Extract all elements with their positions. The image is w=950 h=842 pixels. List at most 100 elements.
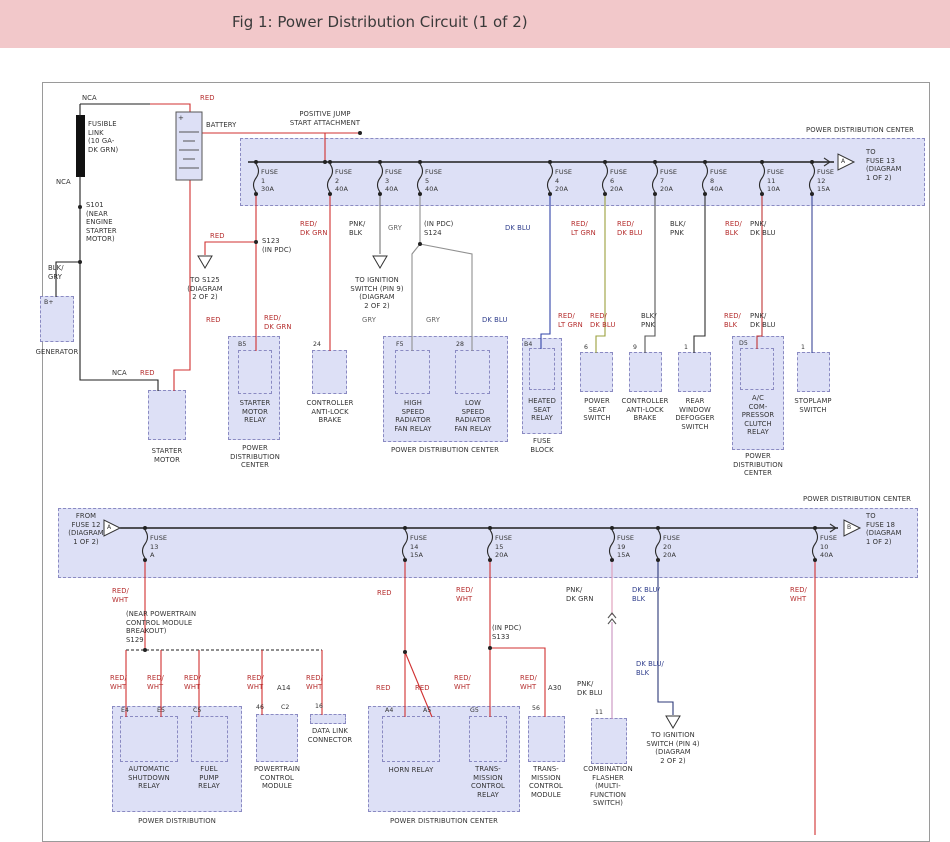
lbl-red-5: RED <box>377 589 392 598</box>
fuse-8-tap-dot <box>703 160 707 164</box>
lbl-controller-alb-1: CONTROLLER ANTI-LOCK BRAKE <box>307 399 354 425</box>
fuse-15-out-dot <box>488 558 492 562</box>
fuse-6-out-dot <box>603 192 607 196</box>
fuse-7-tap-dot <box>653 160 657 164</box>
lbl-red-dkblu-1: RED/ DK BLU <box>617 220 643 237</box>
fuse-2-out-dot <box>328 192 332 196</box>
lbl-fuel-pump: FUEL PUMP RELAY <box>198 765 220 791</box>
lbl-heated-seat: HEATED SEAT RELAY <box>528 397 556 423</box>
fuse-3-label: FUSE 3 40A <box>385 168 402 194</box>
fuse-19-tap-dot <box>610 526 614 530</box>
lbl-asd-relay: AUTOMATIC SHUTDOWN RELAY <box>128 765 170 791</box>
lbl-power-distribution: POWER DISTRIBUTION <box>138 817 216 826</box>
lbl-blk-pnk-2: BLK/ PNK <box>641 312 657 329</box>
connector-to-ignition-pin4-icon <box>666 716 680 728</box>
lbl-to-fuse18: TO FUSE 18 (DIAGRAM 1 OF 2) <box>866 512 901 546</box>
fuse-19-label: FUSE 19 15A <box>617 534 634 560</box>
lbl-s101: S101 (NEAR ENGINE STARTER MOTOR) <box>86 201 117 244</box>
pin-g5: G5 <box>470 707 479 716</box>
lbl-horn-relay: HORN RELAY <box>389 766 434 775</box>
junction-dot <box>323 160 327 164</box>
fuse-3-tap-dot <box>378 160 382 164</box>
junction-dot <box>78 205 82 209</box>
lbl-tcm: TRANS- MISSION CONTROL MODULE <box>529 765 563 799</box>
lbl-red-wht-8: RED/ WHT <box>306 674 323 691</box>
pin-b4: B4 <box>524 341 532 350</box>
lbl-s129: (NEAR POWERTRAIN CONTROL MODULE BREAKOUT… <box>126 610 196 644</box>
fuse-4-tap-dot <box>548 160 552 164</box>
lbl-starter-motor: STARTER MOTOR <box>152 447 183 464</box>
lbl-red-dkgrn-1: RED/ DK GRN <box>300 220 328 237</box>
fuse-7-label: FUSE 7 20A <box>660 168 677 194</box>
pin-9: 9 <box>633 344 637 353</box>
fuse-3-out-dot <box>378 192 382 196</box>
fuse-7-element <box>653 164 658 192</box>
connector-to-fuse13-letter: A <box>841 158 845 167</box>
lbl-power-seat: POWER SEAT SWITCH <box>583 397 610 423</box>
lbl-red-ltgrn-1: RED/ LT GRN <box>571 220 596 237</box>
lbl-battery: BATTERY <box>206 121 236 130</box>
lbl-red-6: RED <box>376 684 391 693</box>
lbl-s133: (IN PDC) S133 <box>492 624 521 641</box>
fuse-19-element <box>610 530 615 558</box>
lbl-trans-control-relay: TRANS- MISSION CONTROL RELAY <box>471 765 505 799</box>
fuse-10-element <box>813 530 818 558</box>
lbl-pcm: POWERTRAIN CONTROL MODULE <box>254 765 300 791</box>
lbl-pdc-bottom: POWER DISTRIBUTION CENTER <box>390 817 498 826</box>
fuse-11-out-dot <box>760 192 764 196</box>
lbl-dkblu-blk-2: DK BLU/ BLK <box>636 660 664 677</box>
fuse-5-out-dot <box>418 192 422 196</box>
red-wire-s123-s125 <box>205 242 256 255</box>
fuse-5-element <box>418 164 423 192</box>
lbl-a30: A30 <box>548 684 562 693</box>
lbl-red-dkgrn-2: RED/ DK GRN <box>264 314 292 331</box>
lbl-gry-2: GRY <box>362 316 376 325</box>
dkblu-wire-fuse4 <box>541 194 550 349</box>
fuse-15-tap-dot <box>488 526 492 530</box>
pin-16: 16 <box>315 703 323 712</box>
connector-from-fuse12-letter: A <box>107 524 111 533</box>
junction-dot <box>143 648 147 652</box>
fuse-13-tap-dot <box>143 526 147 530</box>
fuse-8-out-dot <box>703 192 707 196</box>
lbl-smr-pdc: POWER DISTRIBUTION CENTER <box>230 444 280 470</box>
fuse-4-element <box>548 164 553 192</box>
fuse-10-out-dot <box>813 558 817 562</box>
connector-to-fuse18-letter: B <box>847 524 851 533</box>
lbl-red-wht-5: RED/ WHT <box>147 674 164 691</box>
pin-28: 28 <box>456 341 464 350</box>
connector-to-s125-icon <box>198 256 212 268</box>
fuse-19-out-dot <box>610 558 614 562</box>
junction-dot <box>254 240 258 244</box>
fuse-20-label: FUSE 20 20A <box>663 534 680 560</box>
wiring-diagram: FUSE 1 30AFUSE 2 40AFUSE 3 40AFUSE 5 40A… <box>0 0 950 836</box>
fuse-5-tap-dot <box>418 160 422 164</box>
fuse-11-label: FUSE 11 10A <box>767 168 784 194</box>
fuse-15-label: FUSE 15 20A <box>495 534 512 560</box>
lbl-s124: (IN PDC) S124 <box>424 220 453 237</box>
lbl-pdc2-title: POWER DISTRIBUTION CENTER <box>803 495 911 504</box>
fuse-11-tap-dot <box>760 160 764 164</box>
lbl-pnk-blk-1: PNK/ BLK <box>349 220 365 237</box>
fuse-8-label: FUSE 8 40A <box>710 168 727 194</box>
lbl-comb-flasher: COMBINATION FLASHER (MULTI- FUNCTION SWI… <box>583 765 633 808</box>
fuse-20-out-dot <box>656 558 660 562</box>
pin-e4: E4 <box>121 707 129 716</box>
lbl-fusible-link: FUSIBLE LINK (10 GA- DK GRN) <box>88 120 118 154</box>
pin-a5: A5 <box>423 707 431 716</box>
lbl-controller-alb-2: CONTROLLER ANTI-LOCK BRAKE <box>622 397 669 423</box>
fuse-1-out-dot <box>254 192 258 196</box>
pin-1b: 1 <box>801 344 805 353</box>
lbl-dkblu-1: DK BLU <box>505 224 531 233</box>
lbl-nca-3: NCA <box>112 369 127 378</box>
fuse-10-tap-dot <box>813 526 817 530</box>
lbl-nca-1: NCA <box>82 94 97 103</box>
lbl-red-wht-2: RED/ WHT <box>456 586 473 603</box>
pin-f5: F5 <box>396 341 404 350</box>
lbl-red-blk-2: RED/ BLK <box>724 312 741 329</box>
fuse-6-label: FUSE 6 20A <box>610 168 627 194</box>
lbl-red-wht-6: RED/ WHT <box>184 674 201 691</box>
fuse-14-element <box>403 530 408 558</box>
fuse-10-label: FUSE 10 40A <box>820 534 837 560</box>
lbl-generator: GENERATOR <box>36 348 79 357</box>
